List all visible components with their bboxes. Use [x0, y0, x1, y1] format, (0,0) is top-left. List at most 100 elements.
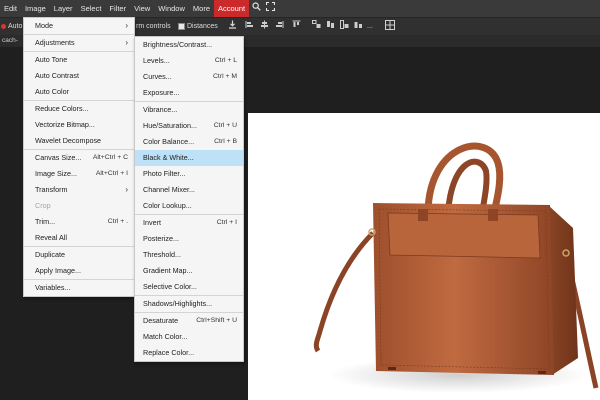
menu-item-shortcut: Ctrl + U	[213, 122, 237, 129]
menu-item-shortcut: Ctrl + M	[213, 73, 237, 80]
fullscreen-icon[interactable]	[263, 0, 277, 17]
image-menu-item-auto-contrast[interactable]: Auto Contrast	[24, 68, 134, 84]
menu-item-label: Duplicate	[35, 250, 65, 259]
menu-item-label: Black & White...	[143, 153, 194, 162]
menu-more[interactable]: More	[189, 0, 214, 17]
menu-item-label: Selective Color...	[143, 282, 197, 291]
more-options[interactable]: ...	[367, 18, 373, 35]
menu-item-label: Transform	[35, 185, 68, 194]
adjustments-item-levels[interactable]: Levels... Ctrl + L	[135, 53, 243, 69]
menu-item-label: Adjustments	[35, 38, 75, 47]
distribute-top-icon[interactable]	[310, 20, 322, 32]
image-menu-item-crop: Crop	[24, 198, 134, 214]
menu-item-shortcut: Ctrl + B	[214, 138, 237, 145]
image-menu-item-reveal-all[interactable]: Reveal All	[24, 230, 134, 246]
menu-item-label: Auto Color	[35, 87, 69, 96]
menu-account[interactable]: Account	[214, 0, 250, 17]
chevron-right-icon: ›	[125, 185, 128, 194]
menu-item-shortcut: Ctrl + .	[107, 218, 128, 225]
chevron-right-icon: ›	[125, 21, 128, 30]
menu-item-label: Image Size...	[35, 169, 77, 178]
image-menu-item-canvas-size[interactable]: Canvas Size... Alt+Ctrl + C	[24, 150, 134, 166]
adjustments-item-curves[interactable]: Curves... Ctrl + M	[135, 69, 243, 85]
adjustments-item-exposure[interactable]: Exposure...	[135, 85, 243, 101]
image-menu-item-reduce-colors[interactable]: Reduce Colors...	[24, 101, 134, 117]
menu-item-label: Photo Filter...	[143, 169, 186, 178]
menu-item-label: Wavelet Decompose	[35, 136, 102, 145]
distances-label: Distances	[187, 23, 218, 30]
menu-image[interactable]: Image	[21, 0, 50, 17]
document-tab[interactable]: cach-	[2, 35, 18, 47]
menu-window[interactable]: Window	[154, 0, 189, 17]
image-menu-item-transform[interactable]: Transform ›	[24, 182, 134, 198]
adjustments-item-photo-filter[interactable]: Photo Filter...	[135, 166, 243, 182]
adjustments-item-shadows-highlights[interactable]: Shadows/Highlights...	[135, 296, 243, 312]
image-menu-item-vectorize-bitmap[interactable]: Vectorize Bitmap...	[24, 117, 134, 133]
image-menu-item-adjustments[interactable]: Adjustments ›	[24, 35, 134, 51]
record-dot-icon	[1, 24, 6, 29]
menu-item-label: Color Lookup...	[143, 201, 192, 210]
align-top-icon[interactable]	[290, 20, 302, 32]
image-menu-item-trim[interactable]: Trim... Ctrl + .	[24, 214, 134, 230]
adjustments-item-desaturate[interactable]: Desaturate Ctrl+Shift + U	[135, 313, 243, 329]
leather-bag-image	[313, 142, 599, 393]
distribute-bottom-icon[interactable]	[338, 20, 350, 32]
adjustments-item-channel-mixer[interactable]: Channel Mixer...	[135, 182, 243, 198]
image-menu-item-mode[interactable]: Mode ›	[24, 18, 134, 34]
adjustments-item-gradient-map[interactable]: Gradient Map...	[135, 263, 243, 279]
menu-item-label: Mode	[35, 21, 53, 30]
search-icon[interactable]	[249, 0, 263, 17]
adjustments-item-color-lookup[interactable]: Color Lookup...	[135, 198, 243, 214]
chevron-right-icon: ›	[125, 38, 128, 47]
image-menu-item-wavelet-decompose[interactable]: Wavelet Decompose	[24, 133, 134, 149]
transform-controls-label[interactable]: rm controls	[136, 18, 171, 35]
menu-item-label: Reduce Colors...	[35, 104, 89, 113]
menu-item-label: Auto Tone	[35, 55, 68, 64]
adjustments-item-brightness-contrast[interactable]: Brightness/Contrast...	[135, 37, 243, 53]
image-menu-item-auto-tone[interactable]: Auto Tone	[24, 52, 134, 68]
menu-item-label: Invert	[143, 218, 161, 227]
image-menu-item-apply-image[interactable]: Apply Image...	[24, 263, 134, 279]
menu-item-label: Shadows/Highlights...	[143, 299, 213, 308]
grid-icon[interactable]	[384, 20, 396, 32]
menu-item-label: Desaturate	[143, 316, 179, 325]
adjustments-item-hue-saturation[interactable]: Hue/Saturation... Ctrl + U	[135, 118, 243, 134]
menu-item-shortcut: Ctrl + I	[216, 219, 237, 226]
menu-item-label: Trim...	[35, 217, 56, 226]
align-right-icon[interactable]	[273, 20, 285, 32]
adjustments-item-threshold[interactable]: Threshold...	[135, 247, 243, 263]
auto-select-label[interactable]: Auto	[8, 18, 22, 35]
menu-item-label: Threshold...	[143, 250, 181, 259]
adjustments-item-vibrance[interactable]: Vibrance...	[135, 102, 243, 118]
menu-item-label: Apply Image...	[35, 266, 81, 275]
distribute-middle-icon[interactable]	[324, 20, 336, 32]
menu-item-label: Brightness/Contrast...	[143, 40, 213, 49]
image-menu-item-duplicate[interactable]: Duplicate	[24, 247, 134, 263]
menu-item-label: Crop	[35, 201, 51, 210]
adjustments-item-selective-color[interactable]: Selective Color...	[135, 279, 243, 295]
menu-item-label: Levels...	[143, 56, 170, 65]
menu-layer[interactable]: Layer	[50, 0, 77, 17]
adjustments-item-posterize[interactable]: Posterize...	[135, 231, 243, 247]
menu-edit[interactable]: Edit	[0, 0, 21, 17]
menu-filter[interactable]: Filter	[105, 0, 130, 17]
download-icon[interactable]	[226, 20, 238, 32]
menu-item-label: Exposure...	[143, 88, 180, 97]
menu-item-label: Vibrance...	[143, 105, 178, 114]
adjustments-item-color-balance[interactable]: Color Balance... Ctrl + B	[135, 134, 243, 150]
menu-view[interactable]: View	[130, 0, 154, 17]
distances-checkbox[interactable]	[178, 23, 185, 30]
adjustments-item-invert[interactable]: Invert Ctrl + I	[135, 215, 243, 231]
image-menu-item-image-size[interactable]: Image Size... Alt+Ctrl + I	[24, 166, 134, 182]
adjustments-item-match-color[interactable]: Match Color...	[135, 329, 243, 345]
menu-item-shortcut: Ctrl+Shift + U	[196, 317, 237, 324]
align-left-icon[interactable]	[243, 20, 255, 32]
image-menu-item-auto-color[interactable]: Auto Color	[24, 84, 134, 100]
menu-select[interactable]: Select	[77, 0, 106, 17]
adjustments-item-replace-color[interactable]: Replace Color...	[135, 345, 243, 361]
image-menu-item-variables[interactable]: Variables...	[24, 280, 134, 296]
distribute-horizontal-icon[interactable]	[352, 20, 364, 32]
menu-item-label: Gradient Map...	[143, 266, 193, 275]
align-center-icon[interactable]	[258, 20, 270, 32]
adjustments-item-black-and-white[interactable]: Black & White...	[135, 150, 243, 166]
